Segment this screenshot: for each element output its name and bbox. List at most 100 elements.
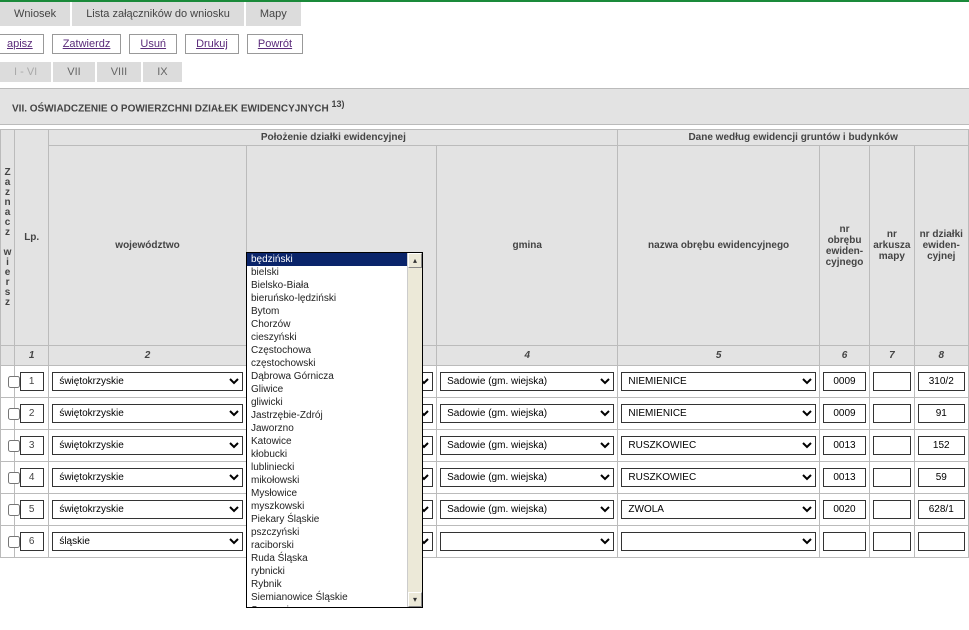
colnum-blank — [1, 346, 15, 366]
header-nr-dzialki: nr działki ewiden-cyjnej — [914, 146, 969, 346]
nr-dzialki-input[interactable] — [918, 436, 966, 455]
nr-obrebu-input[interactable] — [823, 532, 866, 551]
powiat-option[interactable]: Jastrzębie-Zdrój — [247, 409, 422, 422]
powiat-option[interactable]: Dąbrowa Górnicza — [247, 370, 422, 383]
tab-lista-zalacznikow[interactable]: Lista załączników do wniosku — [72, 2, 244, 26]
nr-dzialki-input[interactable] — [918, 372, 966, 391]
dzialki-table: Zaznacz wiersz Lp. Położenie działki ewi… — [0, 129, 969, 558]
powiat-option[interactable]: Bytom — [247, 305, 422, 318]
powiat-option[interactable]: Mysłowice — [247, 487, 422, 500]
powiat-option[interactable]: Piekary Śląskie — [247, 513, 422, 526]
powiat-option[interactable]: Rybnik — [247, 578, 422, 591]
powiat-option[interactable]: będziński — [247, 253, 422, 266]
powiat-option[interactable]: mikołowski — [247, 474, 422, 487]
nr-obrebu-input[interactable] — [823, 404, 866, 423]
scroll-track[interactable] — [408, 268, 422, 592]
powiat-option[interactable]: częstochowski — [247, 357, 422, 370]
wojewodztwo-select[interactable]: świętokrzyskie — [52, 372, 242, 391]
nr-dzialki-input[interactable] — [918, 404, 966, 423]
nr-arkusza-input[interactable] — [873, 436, 910, 455]
gmina-select[interactable]: Sadowie (gm. wiejska) — [440, 404, 614, 423]
header-zaznacz: Zaznacz wiersz — [1, 130, 15, 346]
powiat-option[interactable]: gliwicki — [247, 396, 422, 409]
header-gmina: gmina — [437, 146, 618, 346]
gmina-select[interactable] — [440, 532, 614, 551]
nr-arkusza-input[interactable] — [873, 372, 910, 391]
nr-obrebu-input[interactable] — [823, 436, 866, 455]
powiat-option[interactable]: Ruda Śląska — [247, 552, 422, 565]
obr-select[interactable]: RUSZKOWIEC — [621, 468, 815, 487]
tab-roman-7[interactable]: VII — [53, 62, 94, 82]
obr-select[interactable]: ZWOLA — [621, 500, 815, 519]
powiat-option[interactable]: rybnicki — [247, 565, 422, 578]
obr-select[interactable]: RUSZKOWIEC — [621, 436, 815, 455]
powiat-option[interactable]: pszczyński — [247, 526, 422, 539]
nr-arkusza-input[interactable] — [873, 468, 910, 487]
wojewodztwo-select[interactable]: świętokrzyskie — [52, 500, 242, 519]
zatwierdz-button[interactable]: Zatwierdz — [52, 34, 122, 54]
row-select-checkbox[interactable] — [8, 472, 20, 484]
nr-dzialki-input[interactable] — [918, 532, 966, 551]
row-select-checkbox[interactable] — [8, 440, 20, 452]
gmina-select[interactable]: Sadowie (gm. wiejska) — [440, 436, 614, 455]
tab-mapy[interactable]: Mapy — [246, 2, 301, 26]
nr-obrebu-input[interactable] — [823, 500, 866, 519]
nr-obrebu-input[interactable] — [823, 468, 866, 487]
powiat-option[interactable]: Jaworzno — [247, 422, 422, 435]
obr-select[interactable]: NIEMIENICE — [621, 404, 815, 423]
drukuj-button[interactable]: Drukuj — [185, 34, 239, 54]
usun-button[interactable]: Usuń — [129, 34, 177, 54]
powiat-option[interactable]: kłobucki — [247, 448, 422, 461]
tab-wniosek[interactable]: Wniosek — [0, 2, 70, 26]
nr-dzialki-input[interactable] — [918, 500, 966, 519]
section-tabs: I - VI VII VIII IX — [0, 62, 969, 82]
row-select-checkbox[interactable] — [8, 504, 20, 516]
row-select-checkbox[interactable] — [8, 536, 20, 548]
zapisz-button[interactable]: apisz — [0, 34, 44, 54]
toolbar: apisz Zatwierdz Usuń Drukuj Powrót — [0, 26, 969, 62]
powiat-option[interactable]: Katowice — [247, 435, 422, 448]
powiat-option[interactable]: raciborski — [247, 539, 422, 552]
wojewodztwo-select[interactable]: świętokrzyskie — [52, 468, 242, 487]
lp-value: 5 — [20, 500, 44, 519]
powiat-option[interactable]: cieszyński — [247, 331, 422, 344]
powiat-option[interactable]: Gliwice — [247, 383, 422, 396]
powiat-option[interactable]: myszkowski — [247, 500, 422, 513]
gmina-select[interactable]: Sadowie (gm. wiejska) — [440, 372, 614, 391]
dropdown-scrollbar[interactable]: ▴ ▾ — [407, 253, 422, 607]
main-tabstrip: Wniosek Lista załączników do wniosku Map… — [0, 2, 969, 26]
scroll-down-arrow[interactable]: ▾ — [408, 592, 422, 607]
nr-arkusza-input[interactable] — [873, 500, 910, 519]
powiat-option[interactable]: Chorzów — [247, 318, 422, 331]
gmina-select[interactable]: Sadowie (gm. wiejska) — [440, 500, 614, 519]
tab-roman-9[interactable]: IX — [143, 62, 181, 82]
powiat-dropdown-list[interactable]: będzińskibielskiBielsko-Białabieruńsko-l… — [246, 252, 423, 608]
powiat-option[interactable]: bielski — [247, 266, 422, 279]
table-row: 3świętokrzyskieSadowie (gm. wiejska)RUSZ… — [1, 430, 969, 462]
lp-value: 4 — [20, 468, 44, 487]
table-row: 5 świętokrzyskie Sadowie (gm. wiejska) ZWOL… — [1, 494, 969, 526]
row-select-checkbox[interactable] — [8, 376, 20, 388]
powiat-option[interactable]: Częstochowa — [247, 344, 422, 357]
tab-roman-8[interactable]: VIII — [97, 62, 142, 82]
powiat-option[interactable]: bieruńsko-lędziński — [247, 292, 422, 305]
powrot-button[interactable]: Powrót — [247, 34, 303, 54]
powiat-option[interactable]: lubliniecki — [247, 461, 422, 474]
scroll-up-arrow[interactable]: ▴ — [408, 253, 422, 268]
nr-dzialki-input[interactable] — [918, 468, 966, 487]
powiat-option[interactable]: Sosnowiec — [247, 604, 422, 608]
wojewodztwo-select[interactable]: świętokrzyskie — [52, 436, 242, 455]
nr-arkusza-input[interactable] — [873, 404, 910, 423]
obr-select[interactable] — [621, 532, 815, 551]
header-wojewodztwo: województwo — [49, 146, 246, 346]
nr-obrebu-input[interactable] — [823, 372, 866, 391]
powiat-option[interactable]: Bielsko-Biała — [247, 279, 422, 292]
obr-select[interactable]: NIEMIENICE — [621, 372, 815, 391]
wojewodztwo-select[interactable]: śląskie — [52, 532, 242, 551]
row-select-checkbox[interactable] — [8, 408, 20, 420]
wojewodztwo-select[interactable]: świętokrzyskie — [52, 404, 242, 423]
tab-roman-1-6[interactable]: I - VI — [0, 62, 51, 82]
powiat-option[interactable]: Siemianowice Śląskie — [247, 591, 422, 604]
nr-arkusza-input[interactable] — [873, 532, 910, 551]
gmina-select[interactable]: Sadowie (gm. wiejska) — [440, 468, 614, 487]
